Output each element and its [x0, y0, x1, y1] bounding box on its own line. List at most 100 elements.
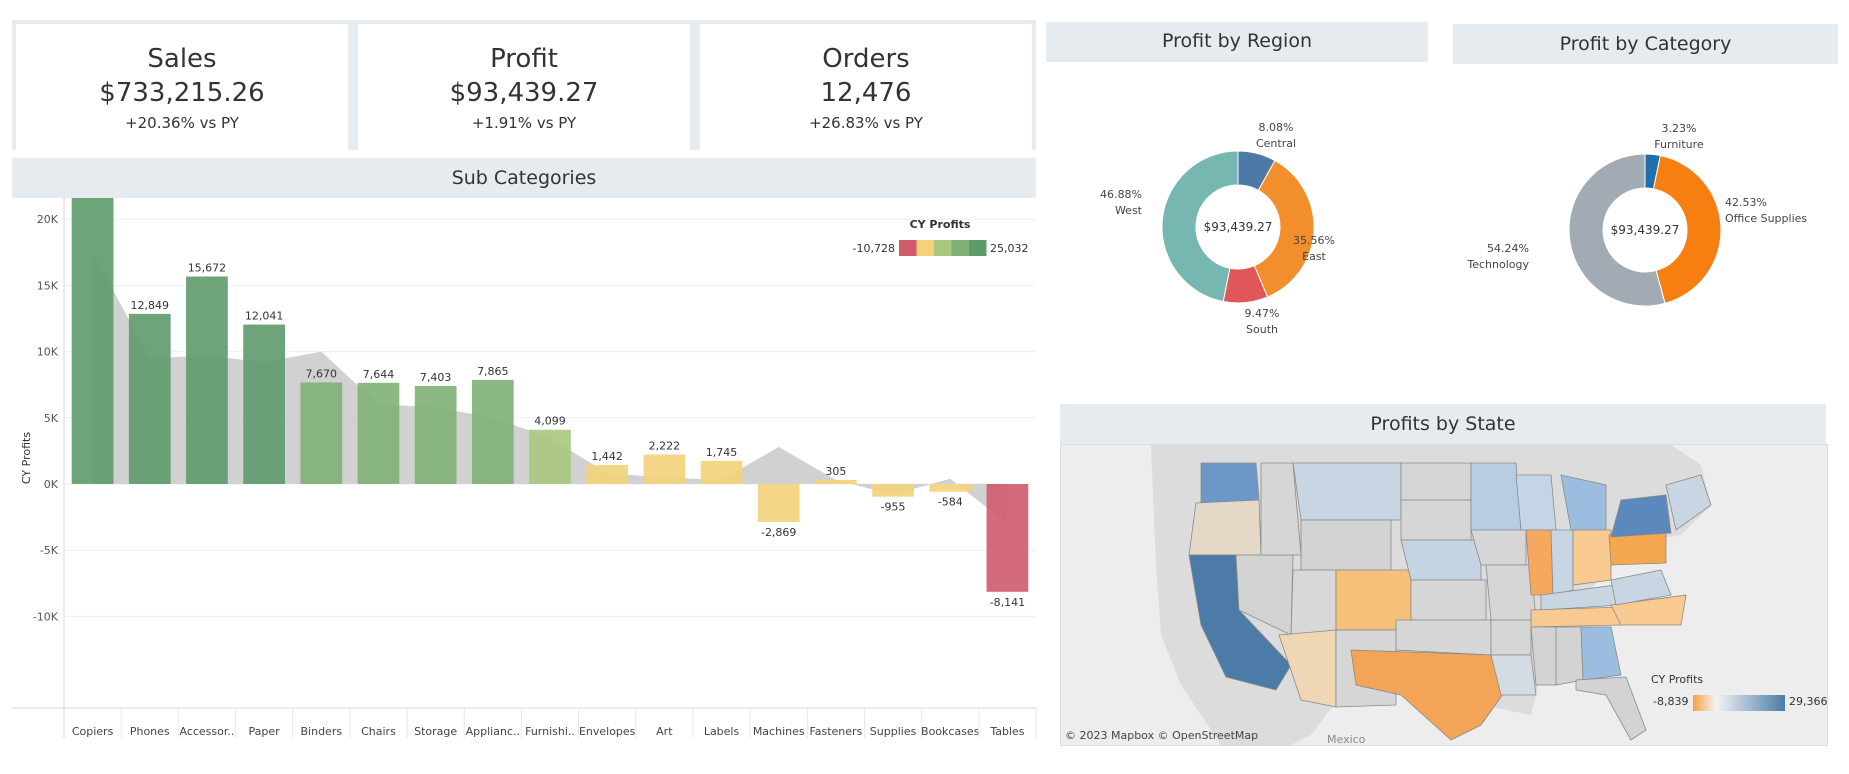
- state-oklahoma[interactable]: [1395, 619, 1492, 656]
- y-tick-label: -10K: [33, 610, 59, 623]
- donut-label-name: South: [1246, 323, 1278, 336]
- bar: [414, 385, 457, 484]
- map-legend-title: CY Profits: [1651, 673, 1703, 686]
- x-tick-label: Tables: [989, 725, 1024, 738]
- donut-center-label: $93,439.27: [1611, 223, 1680, 237]
- bar-data-label: 12,849: [131, 299, 170, 312]
- state-florida[interactable]: [1575, 676, 1647, 741]
- x-tick-label: Binders: [301, 725, 343, 738]
- us-map-svg: Mexico © 2023 Mapbox © OpenStreetMap CY …: [1065, 445, 1827, 745]
- bar: [243, 324, 285, 484]
- x-tick-label: Art: [656, 725, 673, 738]
- donut-label-pct: 46.88%: [1100, 188, 1142, 201]
- bar: [71, 198, 114, 484]
- donut-label-pct: 35.56%: [1293, 234, 1335, 247]
- state-kansas[interactable]: [1410, 579, 1487, 621]
- state-alabama[interactable]: [1555, 626, 1584, 686]
- state-iowa[interactable]: [1470, 529, 1527, 566]
- bar-data-label: -2,869: [761, 526, 796, 539]
- bar-legend-min: -10,728: [853, 242, 895, 255]
- bar: [643, 454, 686, 484]
- bar: [300, 382, 343, 484]
- bar-legend-title: CY Profits: [910, 218, 971, 231]
- state-washington[interactable]: [1200, 462, 1260, 504]
- x-tick-label: Chairs: [361, 725, 396, 738]
- x-tick-label: Supplies: [870, 725, 917, 738]
- bar-data-label: 2,222: [649, 440, 681, 453]
- state-pennsylvania[interactable]: [1608, 532, 1667, 566]
- bar: [357, 382, 400, 484]
- bar: [700, 460, 743, 484]
- bar-data-label: -584: [938, 496, 963, 509]
- state-wyoming[interactable]: [1300, 519, 1392, 571]
- profit-by-category-donut: $93,439.27 3.23% Furniture 42.53% Office Sup…: [1466, 122, 1807, 307]
- bar-legend-swatch: [899, 240, 917, 256]
- state-tennessee[interactable]: [1530, 606, 1622, 628]
- bar-data-label: 12,041: [245, 310, 284, 323]
- kpi-profit: Profit $93,439.27 +1.91% vs PY: [358, 24, 690, 150]
- state-montana[interactable]: [1292, 462, 1402, 521]
- kpi-delta: +26.83% vs PY: [809, 114, 923, 132]
- state-ohio[interactable]: [1572, 529, 1612, 586]
- bar: [586, 464, 629, 484]
- kpi-orders: Orders 12,476 +26.83% vs PY: [700, 24, 1032, 150]
- state-oregon[interactable]: [1188, 499, 1262, 556]
- donut-label-name: East: [1302, 250, 1326, 263]
- state-illinois[interactable]: [1525, 529, 1554, 596]
- state-arkansas[interactable]: [1490, 619, 1532, 656]
- y-tick-label: 5K: [44, 412, 59, 425]
- kpi-row: Sales $733,215.26 +20.36% vs PY Profit $…: [12, 20, 1036, 150]
- donut-label-name: Central: [1256, 137, 1296, 150]
- bar: [872, 484, 914, 497]
- bar-data-label: 305: [825, 465, 846, 478]
- bar: [929, 484, 972, 492]
- map-legend-bar: [1693, 695, 1785, 711]
- state-south-dakota[interactable]: [1400, 499, 1472, 541]
- x-tick-label: Paper: [249, 725, 281, 738]
- state-north-dakota[interactable]: [1400, 462, 1472, 501]
- map-legend-min: -8,839: [1653, 695, 1688, 708]
- bar-data-label: 7,865: [477, 365, 509, 378]
- kpi-title: Sales: [147, 44, 217, 74]
- bar: [529, 429, 571, 484]
- kpi-value: $93,439.27: [449, 78, 599, 108]
- bar-data-label: 7,670: [306, 367, 338, 380]
- state-wisconsin[interactable]: [1515, 474, 1557, 531]
- bar-data-label: 1,745: [706, 446, 738, 459]
- donut-label-pct: 42.53%: [1725, 196, 1767, 209]
- state-georgia[interactable]: [1580, 626, 1622, 681]
- x-tick-label: Furnishi..: [525, 725, 575, 738]
- bar-data-label: -8,141: [990, 596, 1025, 609]
- bar: [471, 379, 514, 484]
- donut-center-label: $93,439.27: [1204, 220, 1273, 234]
- x-tick-label: Labels: [704, 725, 740, 738]
- x-tick-label: Copiers: [72, 725, 114, 738]
- bar-data-label: 15,672: [188, 262, 227, 275]
- bar-data-label: 7,403: [420, 371, 452, 384]
- bar-data-label: 4,099: [534, 415, 566, 428]
- x-tick-label: Applianc..: [466, 725, 520, 738]
- donut-label-name: Technology: [1466, 258, 1529, 271]
- state-indiana[interactable]: [1550, 529, 1574, 596]
- bar: [815, 479, 857, 484]
- kpi-value: $733,215.26: [99, 78, 265, 108]
- y-axis-label: CY Profits: [20, 432, 33, 484]
- sub-categories-title: Sub Categories: [12, 158, 1036, 198]
- donut-label-pct: 8.08%: [1259, 121, 1294, 134]
- donut-label-pct: 9.47%: [1245, 307, 1280, 320]
- profits-by-state-title: Profits by State: [1060, 404, 1826, 444]
- bar-legend-swatch: [916, 240, 934, 256]
- x-tick-label: Phones: [130, 725, 170, 738]
- profit-by-region-title: Profit by Region: [1046, 22, 1428, 62]
- sub-categories-chart: -10K-5K0K5K10K15K20K25KCY Profits25,032C…: [12, 198, 1037, 738]
- bar-legend-swatch: [934, 240, 952, 256]
- state-nebraska[interactable]: [1400, 539, 1482, 581]
- kpi-title: Orders: [822, 44, 910, 74]
- kpi-sales: Sales $733,215.26 +20.36% vs PY: [16, 24, 348, 150]
- profits-by-state-map[interactable]: Mexico © 2023 Mapbox © OpenStreetMap CY …: [1060, 444, 1828, 746]
- state-utah[interactable]: [1290, 569, 1337, 636]
- state-minnesota[interactable]: [1470, 462, 1522, 531]
- y-tick-label: -5K: [40, 544, 59, 557]
- kpi-value: 12,476: [820, 78, 912, 108]
- state-missouri[interactable]: [1485, 564, 1537, 621]
